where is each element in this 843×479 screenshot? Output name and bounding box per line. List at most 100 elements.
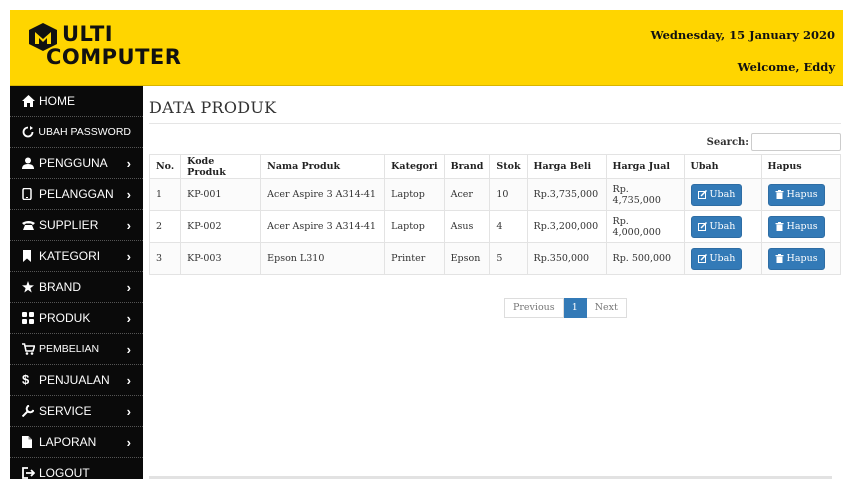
- table-row: 1 KP-001 Acer Aspire 3 A314-41 Laptop Ac…: [148, 178, 842, 211]
- produk-table: No. Kode Produk Nama Produk Kategori Bra…: [148, 154, 842, 275]
- sidebar-item-label: LOGOUT: [39, 466, 90, 479]
- cell-hapus: Hapus: [760, 210, 842, 243]
- sidebar-item-pengguna[interactable]: PENGGUNA ›: [10, 148, 143, 179]
- cell-harga-jual: Rp. 4,735,000: [605, 178, 685, 211]
- logo-text-line2: COMPUTER: [46, 45, 182, 69]
- cell-kode-produk: KP-001: [180, 178, 262, 211]
- column-header-kode-produk[interactable]: Kode Produk: [180, 154, 262, 179]
- sidebar-item-produk[interactable]: PRODUK ›: [10, 303, 143, 334]
- refresh-icon: [22, 126, 35, 138]
- sidebar-item-home[interactable]: HOME: [10, 86, 143, 117]
- sidebar-item-brand[interactable]: BRAND ›: [10, 272, 143, 303]
- telephone-icon: [22, 219, 36, 231]
- hapus-button[interactable]: Hapus: [767, 215, 825, 238]
- sidebar-item-kategori[interactable]: KATEGORI ›: [10, 241, 143, 272]
- column-header-harga-jual[interactable]: Harga Jual: [605, 154, 685, 179]
- bookmark-icon: [22, 250, 36, 262]
- column-header-harga-beli[interactable]: Harga Beli: [526, 154, 607, 179]
- column-header-ubah[interactable]: Ubah: [683, 154, 762, 179]
- chevron-right-icon: ›: [126, 155, 131, 171]
- sidebar-menu: HOME UBAH PASSWORD PENGGUNA › PELANGGAN …: [10, 86, 143, 479]
- search-bar: Search:: [707, 133, 841, 151]
- cart-icon: [22, 343, 36, 355]
- ubah-button-label: Ubah: [709, 189, 736, 200]
- cell-kode-produk: KP-002: [180, 210, 262, 243]
- dollar-icon: $: [22, 372, 30, 387]
- table-row: 2 KP-002 Acer Aspire 3 A314-41 Laptop As…: [148, 210, 842, 243]
- sidebar-item-label: PENJUALAN: [39, 373, 110, 387]
- hapus-button-label: Hapus: [786, 253, 818, 264]
- multi-computer-logo[interactable]: ULTI COMPUTER: [26, 22, 186, 74]
- edit-icon: [697, 254, 707, 263]
- chevron-right-icon: ›: [126, 217, 131, 233]
- sidebar-item-logout[interactable]: LOGOUT: [10, 458, 143, 479]
- logo-text-line1: ULTI: [62, 22, 114, 46]
- chevron-right-icon: ›: [126, 403, 131, 419]
- cell-no: 2: [148, 210, 182, 243]
- sidebar-item-label: UBAH PASSWORD: [38, 126, 131, 138]
- trash-icon: [775, 222, 784, 231]
- chevron-right-icon: ›: [126, 434, 131, 450]
- sidebar-item-ubah-password[interactable]: UBAH PASSWORD: [10, 117, 143, 148]
- chevron-right-icon: ›: [126, 341, 131, 357]
- column-header-stok[interactable]: Stok: [489, 154, 528, 179]
- column-header-hapus[interactable]: Hapus: [760, 154, 842, 179]
- pagination-next[interactable]: Next: [586, 298, 627, 318]
- cell-harga-beli: Rp.3,735,000: [526, 178, 607, 211]
- column-header-nama-produk[interactable]: Nama Produk: [260, 154, 386, 179]
- search-input[interactable]: [751, 133, 841, 151]
- cell-stok: 10: [489, 178, 528, 211]
- cell-nama-produk: Acer Aspire 3 A314-41: [260, 210, 386, 243]
- hapus-button[interactable]: Hapus: [767, 247, 825, 270]
- title-divider: [149, 123, 841, 124]
- sidebar-item-pelanggan[interactable]: PELANGGAN ›: [10, 179, 143, 210]
- pagination-page-1[interactable]: 1: [563, 298, 587, 318]
- edit-icon: [697, 222, 707, 231]
- chevron-right-icon: ›: [126, 310, 131, 326]
- sidebar-item-penjualan[interactable]: $ PENJUALAN ›: [10, 365, 143, 396]
- ubah-button[interactable]: Ubah: [690, 183, 743, 206]
- ubah-button[interactable]: Ubah: [690, 215, 743, 238]
- logout-icon: [22, 467, 36, 479]
- table-header-row: No. Kode Produk Nama Produk Kategori Bra…: [148, 154, 842, 179]
- cell-nama-produk: Acer Aspire 3 A314-41: [260, 178, 386, 211]
- column-header-brand[interactable]: Brand: [443, 154, 491, 179]
- cell-harga-jual: Rp. 4,000,000: [605, 210, 685, 243]
- pagination-previous[interactable]: Previous: [504, 298, 564, 318]
- cell-hapus: Hapus: [760, 242, 842, 275]
- cell-ubah: Ubah: [683, 242, 762, 275]
- hapus-button-label: Hapus: [786, 221, 818, 232]
- sidebar-item-supplier[interactable]: SUPPLIER ›: [10, 210, 143, 241]
- cell-hapus: Hapus: [760, 178, 842, 211]
- table-row: 3 KP-003 Epson L310 Printer Epson 5 Rp.3…: [148, 242, 842, 275]
- cell-no: 1: [148, 178, 182, 211]
- page-title: DATA PRODUK: [149, 98, 277, 117]
- cell-nama-produk: Epson L310: [260, 242, 386, 275]
- chevron-right-icon: ›: [126, 372, 131, 388]
- sidebar-item-label: LAPORAN: [39, 435, 97, 449]
- column-header-no[interactable]: No.: [148, 154, 182, 179]
- hapus-button-label: Hapus: [786, 189, 818, 200]
- ubah-button[interactable]: Ubah: [690, 247, 743, 270]
- sidebar-item-label: BRAND: [39, 280, 82, 294]
- trash-icon: [775, 190, 784, 199]
- sidebar-item-pembelian[interactable]: PEMBELIAN ›: [10, 334, 143, 365]
- sidebar-item-laporan[interactable]: LAPORAN ›: [10, 427, 143, 458]
- sidebar-item-label: PENGGUNA: [39, 156, 108, 170]
- sidebar-item-service[interactable]: SERVICE ›: [10, 396, 143, 427]
- hapus-button[interactable]: Hapus: [767, 183, 825, 206]
- wrench-icon: [21, 404, 36, 418]
- cell-kode-produk: KP-003: [180, 242, 262, 275]
- cell-brand: Asus: [443, 210, 491, 243]
- cell-brand: Epson: [443, 242, 491, 275]
- cell-brand: Acer: [443, 178, 491, 211]
- user-icon: [22, 157, 36, 169]
- welcome-message: Welcome, Eddy: [737, 60, 835, 74]
- cell-kategori: Printer: [384, 242, 445, 275]
- cell-no: 3: [148, 242, 182, 275]
- sidebar-item-label: PRODUK: [39, 311, 91, 325]
- column-header-kategori[interactable]: Kategori: [384, 154, 445, 179]
- cell-ubah: Ubah: [683, 178, 762, 211]
- chevron-right-icon: ›: [126, 248, 131, 264]
- cell-stok: 4: [489, 210, 528, 243]
